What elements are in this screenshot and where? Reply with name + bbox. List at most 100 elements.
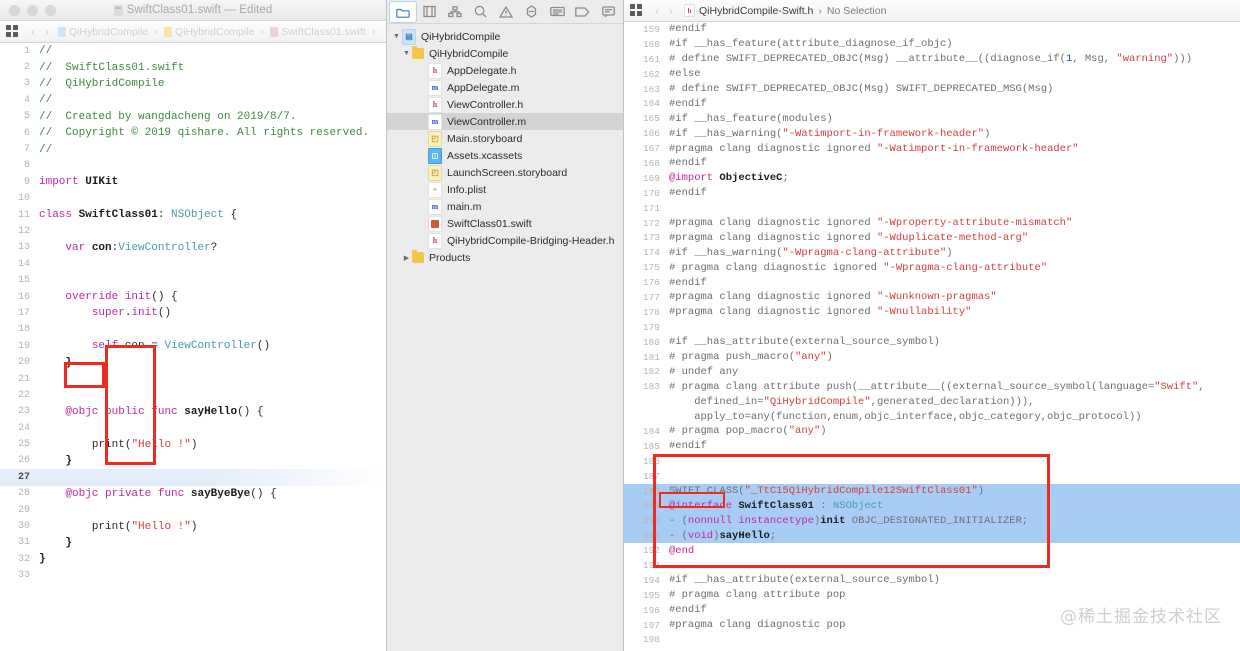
code-line[interactable]: 188 SWIFT_CLASS("_TtC15QiHybridCompile12S… [624,483,1240,499]
tree-item-qihybridcompile[interactable]: ▼ QiHybridCompile [387,45,623,62]
back-button[interactable]: ‹ [26,26,40,38]
forward-button[interactable]: › [664,5,678,17]
forward-button[interactable]: › [40,26,54,38]
code-line[interactable]: 193 [624,558,1240,573]
code-line[interactable]: 191 - (void)sayHello; [624,528,1240,544]
code-line[interactable]: 33 [0,568,386,584]
code-line[interactable]: 3 // QiHybridCompile [0,76,386,92]
code-line[interactable]: 161 # define SWIFT_DEPRECATED_OBJC(Msg) _… [624,52,1240,67]
breadcrumb-item-project[interactable]: QiHybridCompile [69,26,148,38]
disclosure-closed-icon[interactable]: ▶ [401,254,412,262]
code-line[interactable]: 21 [0,371,386,387]
code-line[interactable]: 160 #if __has_feature(attribute_diagnose_… [624,37,1240,52]
grid-icon[interactable] [630,4,643,17]
tree-item-viewcontroller-h[interactable]: h ViewController.h [387,96,623,113]
navigator-toolbar[interactable] [387,0,623,24]
tree-item-info-plist[interactable]: ≡ Info.plist [387,181,623,198]
code-line[interactable]: 28 @objc private func sayByeBye() { [0,486,386,502]
code-line[interactable]: 11 class SwiftClass01: NSObject { [0,207,386,223]
tree-item-appdelegate-m[interactable]: m AppDelegate.m [387,79,623,96]
breadcrumb-selection[interactable]: No Selection [827,5,887,17]
code-line[interactable]: 190 - (nonnull instancetype)init OBJC_DES… [624,513,1240,529]
left-code-editor[interactable]: 1 // 2 // SwiftClass01.swift 3 // QiHybridCom… [0,43,386,651]
right-code-editor[interactable]: 159 #endif 160 #if __has_feature(attribute_… [624,22,1240,651]
tree-item-qihybridcompile[interactable]: ▼ ▤ QiHybridCompile [387,28,623,45]
code-line[interactable]: 159 #endif [624,22,1240,37]
code-line[interactable]: 162 #else [624,67,1240,82]
warning-icon[interactable] [493,2,519,22]
code-line[interactable]: 185 #endif [624,439,1240,454]
code-line[interactable]: 178 #pragma clang diagnostic ignored "-Wn… [624,305,1240,320]
code-line[interactable]: 19 self.con = ViewController() [0,338,386,354]
tree-item-assets-xcassets[interactable]: ◫ Assets.xcassets [387,147,623,164]
code-line[interactable]: 168 #endif [624,156,1240,171]
project-file-tree[interactable]: ▼ ▤ QiHybridCompile ▼ QiHybridCompile h AppDel… [387,24,623,266]
breadcrumb-item-file[interactable]: SwiftClass01.swift [281,26,366,38]
tree-item-swiftclass01-swift[interactable]: SwiftClass01.swift [387,215,623,232]
code-line[interactable]: 9 import UIKit [0,174,386,190]
code-line[interactable]: 32} [0,551,386,567]
code-line[interactable]: 195 # pragma clang attribute pop [624,588,1240,603]
code-line[interactable]: 173 #pragma clang diagnostic ignored "-Wd… [624,230,1240,245]
code-line[interactable]: 24 [0,420,386,436]
code-line[interactable]: 29 [0,502,386,518]
code-line[interactable]: 7 // [0,141,386,157]
code-line[interactable]: 5 // Created by wangdacheng on 2019/8/7. [0,109,386,125]
code-line[interactable]: 10 [0,191,386,207]
breadcrumb-item-group[interactable]: QiHybridCompile [175,26,254,38]
code-line[interactable]: 164 #endif [624,96,1240,111]
code-line[interactable]: defined_in="QiHybridCompile",generated_d… [624,394,1240,409]
code-line[interactable]: 165 #if __has_feature(modules) [624,111,1240,126]
code-line[interactable]: 16 override init() { [0,289,386,305]
code-line[interactable]: 194 #if __has_attribute(external_source_s… [624,573,1240,588]
disclosure-open-icon[interactable]: ▼ [401,50,412,57]
code-line[interactable]: 175 # pragma clang diagnostic ignored "-W… [624,260,1240,275]
code-line[interactable]: 163 # define SWIFT_DEPRECATED_OBJC(Msg) S… [624,82,1240,97]
breadcrumb-item-file[interactable]: QiHybridCompile-Swift.h [699,5,813,17]
tree-item-products[interactable]: ▶ Products [387,249,623,266]
code-line[interactable]: 198 [624,633,1240,648]
code-line[interactable]: 187 [624,469,1240,484]
code-line[interactable]: 22 [0,387,386,403]
code-line[interactable]: 30 print("Hello !") [0,518,386,534]
grid-icon[interactable] [6,25,19,38]
code-line[interactable]: 183 # pragma clang attribute push(__attri… [624,379,1240,394]
code-line[interactable]: 6 // Copyright © 2019 qishare. All rights… [0,125,386,141]
code-line[interactable]: 189 @interface SwiftClass01 : NSObject [624,498,1240,514]
code-line[interactable]: 27 [0,469,386,486]
code-line[interactable]: 4 // [0,92,386,108]
code-line[interactable]: 167 #pragma clang diagnostic ignored "-Wa… [624,141,1240,156]
code-line[interactable]: 8 [0,158,386,174]
disclosure-open-icon[interactable]: ▼ [391,33,402,40]
code-line[interactable]: 182 # undef any [624,364,1240,379]
tree-item-viewcontroller-m[interactable]: m ViewController.m [387,113,623,130]
code-line[interactable]: 169 @import ObjectiveC; [624,171,1240,186]
breadcrumb[interactable]: QiHybridCompile › QiHybridCompile › Swif… [58,26,378,38]
code-line[interactable]: 174 #if __has_warning("-Wpragma-clang-att… [624,245,1240,260]
tree-item-launchscreen-storyboard[interactable]: ◰ LaunchScreen.storyboard [387,164,623,181]
code-line[interactable]: 170 #endif [624,186,1240,201]
breakpoint-icon[interactable] [570,2,596,22]
code-line[interactable]: 179 [624,320,1240,335]
code-line[interactable]: 180 #if __has_attribute(external_source_s… [624,335,1240,350]
code-line[interactable]: apply_to=any(function,enum,objc_interfac… [624,409,1240,424]
back-button[interactable]: ‹ [650,5,664,17]
code-line[interactable]: 12 [0,223,386,239]
test-icon[interactable] [519,2,545,22]
tree-item-appdelegate-h[interactable]: h AppDelegate.h [387,62,623,79]
tree-item-main-storyboard[interactable]: ◰ Main.storyboard [387,130,623,147]
code-line[interactable]: 25 print("Hello !") [0,436,386,452]
code-line[interactable]: 17 super.init() [0,305,386,321]
code-line[interactable]: 181 # pragma push_macro("any") [624,350,1240,365]
code-line[interactable]: 171 [624,201,1240,216]
tree-item-main-m[interactable]: m main.m [387,198,623,215]
code-line[interactable]: 176 #endif [624,275,1240,290]
source-control-icon[interactable] [417,2,443,22]
code-line[interactable]: 15 [0,272,386,288]
search-icon[interactable] [468,2,494,22]
code-line[interactable]: 20 } [0,354,386,370]
code-line[interactable]: 1 // [0,43,386,59]
code-line[interactable]: 14 [0,256,386,272]
report-icon[interactable] [596,2,622,22]
code-line[interactable]: 186 [624,454,1240,469]
